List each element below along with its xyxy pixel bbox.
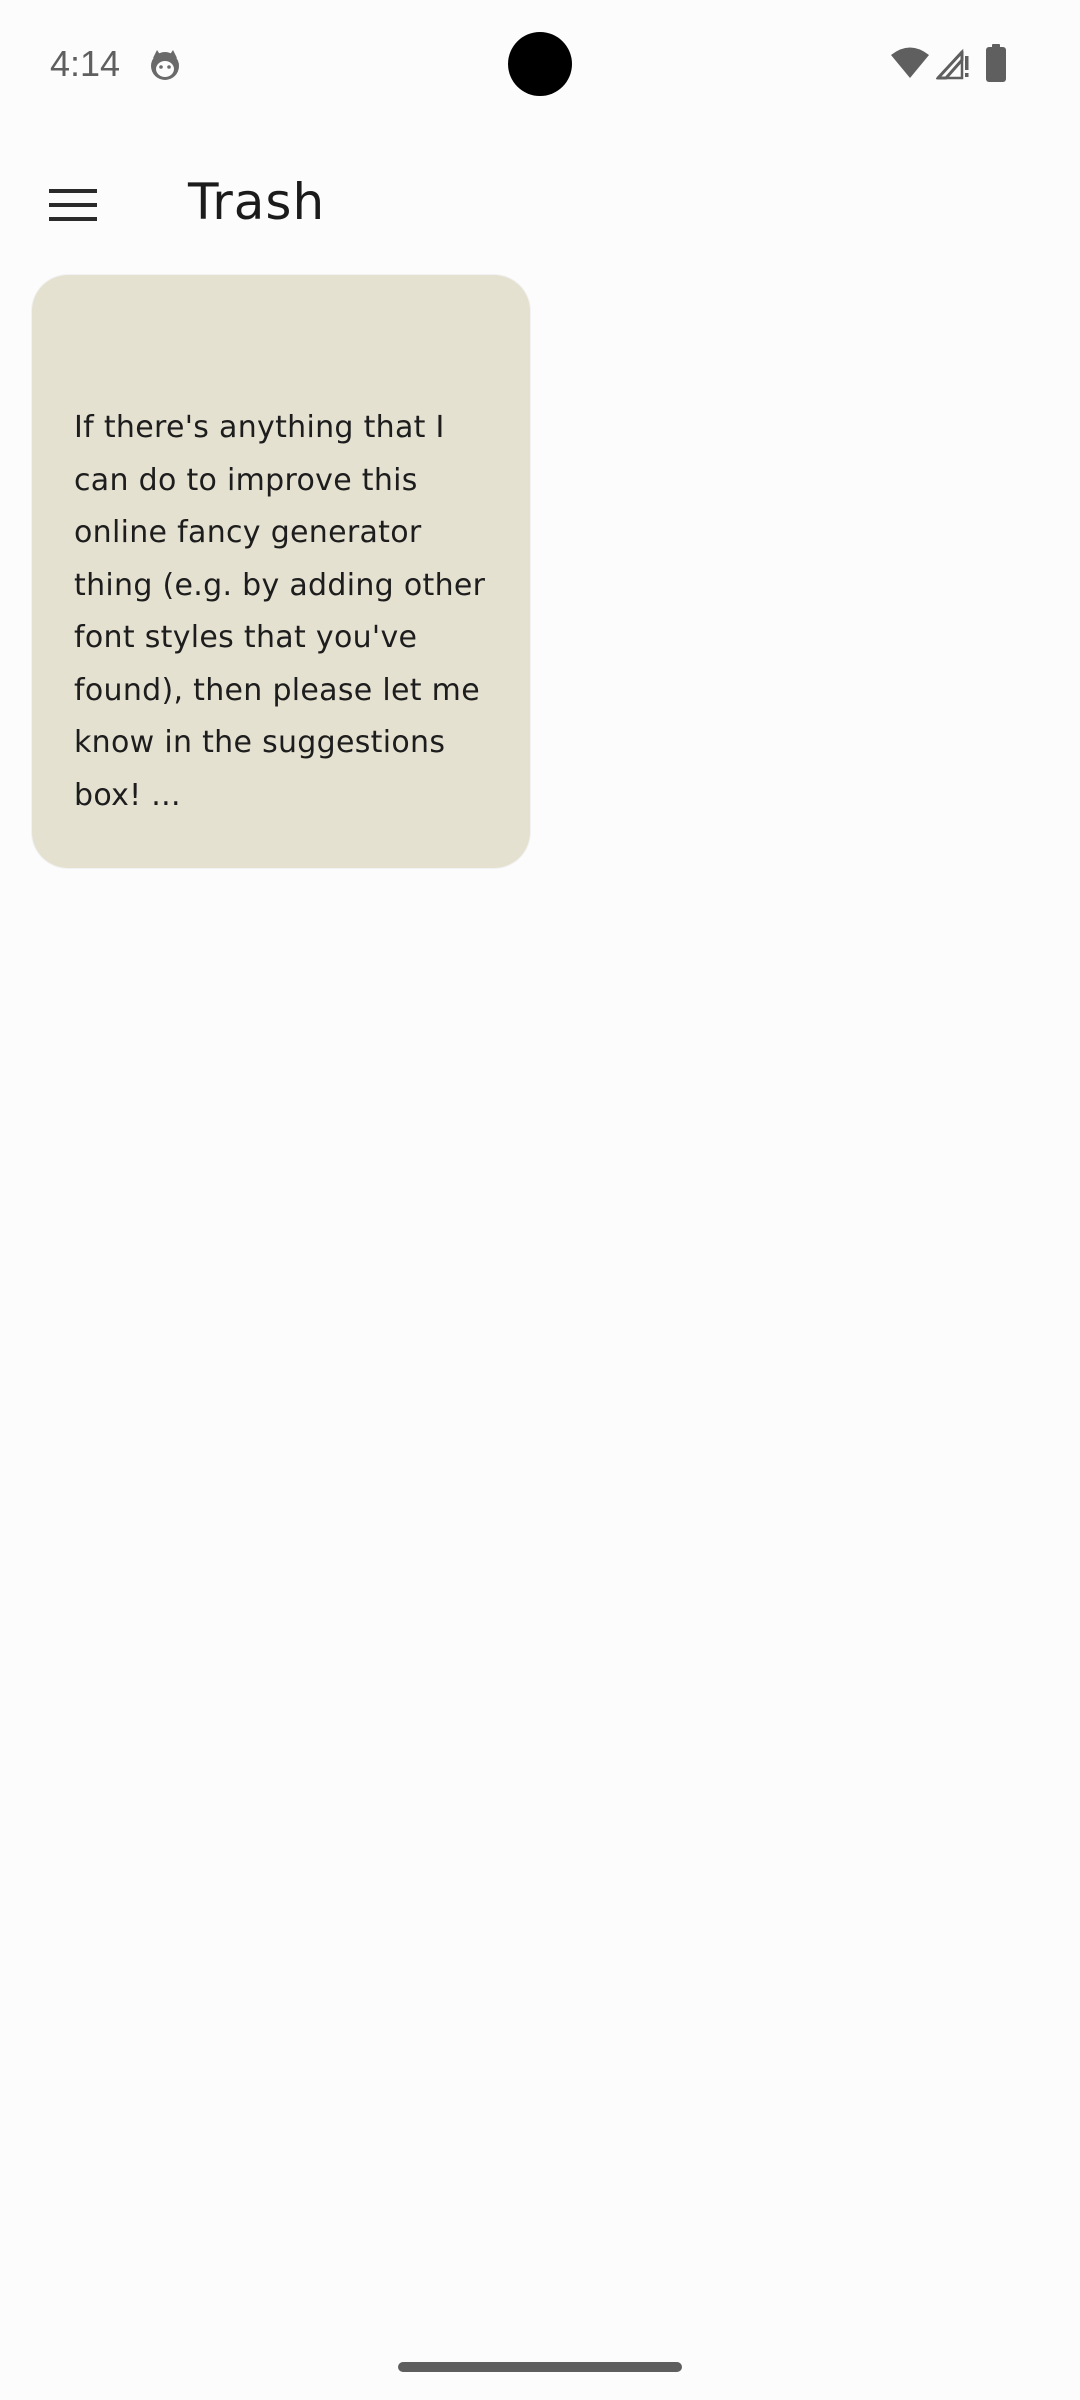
camera-cutout <box>508 32 572 96</box>
page-title: Trash <box>188 173 326 231</box>
hamburger-menu-icon <box>49 188 97 226</box>
note-card[interactable]: If there's anything that I can do to imp… <box>32 275 530 868</box>
status-bar: 4:14 <box>0 0 1080 128</box>
home-indicator[interactable] <box>398 2362 682 2372</box>
cat-face-icon <box>148 48 182 82</box>
battery-icon <box>986 44 1006 82</box>
wifi-icon <box>890 46 930 80</box>
app-bar: Trash <box>0 128 1080 272</box>
trash-screen: 4:14 Trash If there's anything that I ca… <box>0 0 1080 2400</box>
status-time: 4:14 <box>50 43 121 84</box>
note-body: If there's anything that I can do to imp… <box>74 410 486 813</box>
menu-button[interactable] <box>30 164 116 250</box>
signal-no-data-icon <box>935 46 970 80</box>
